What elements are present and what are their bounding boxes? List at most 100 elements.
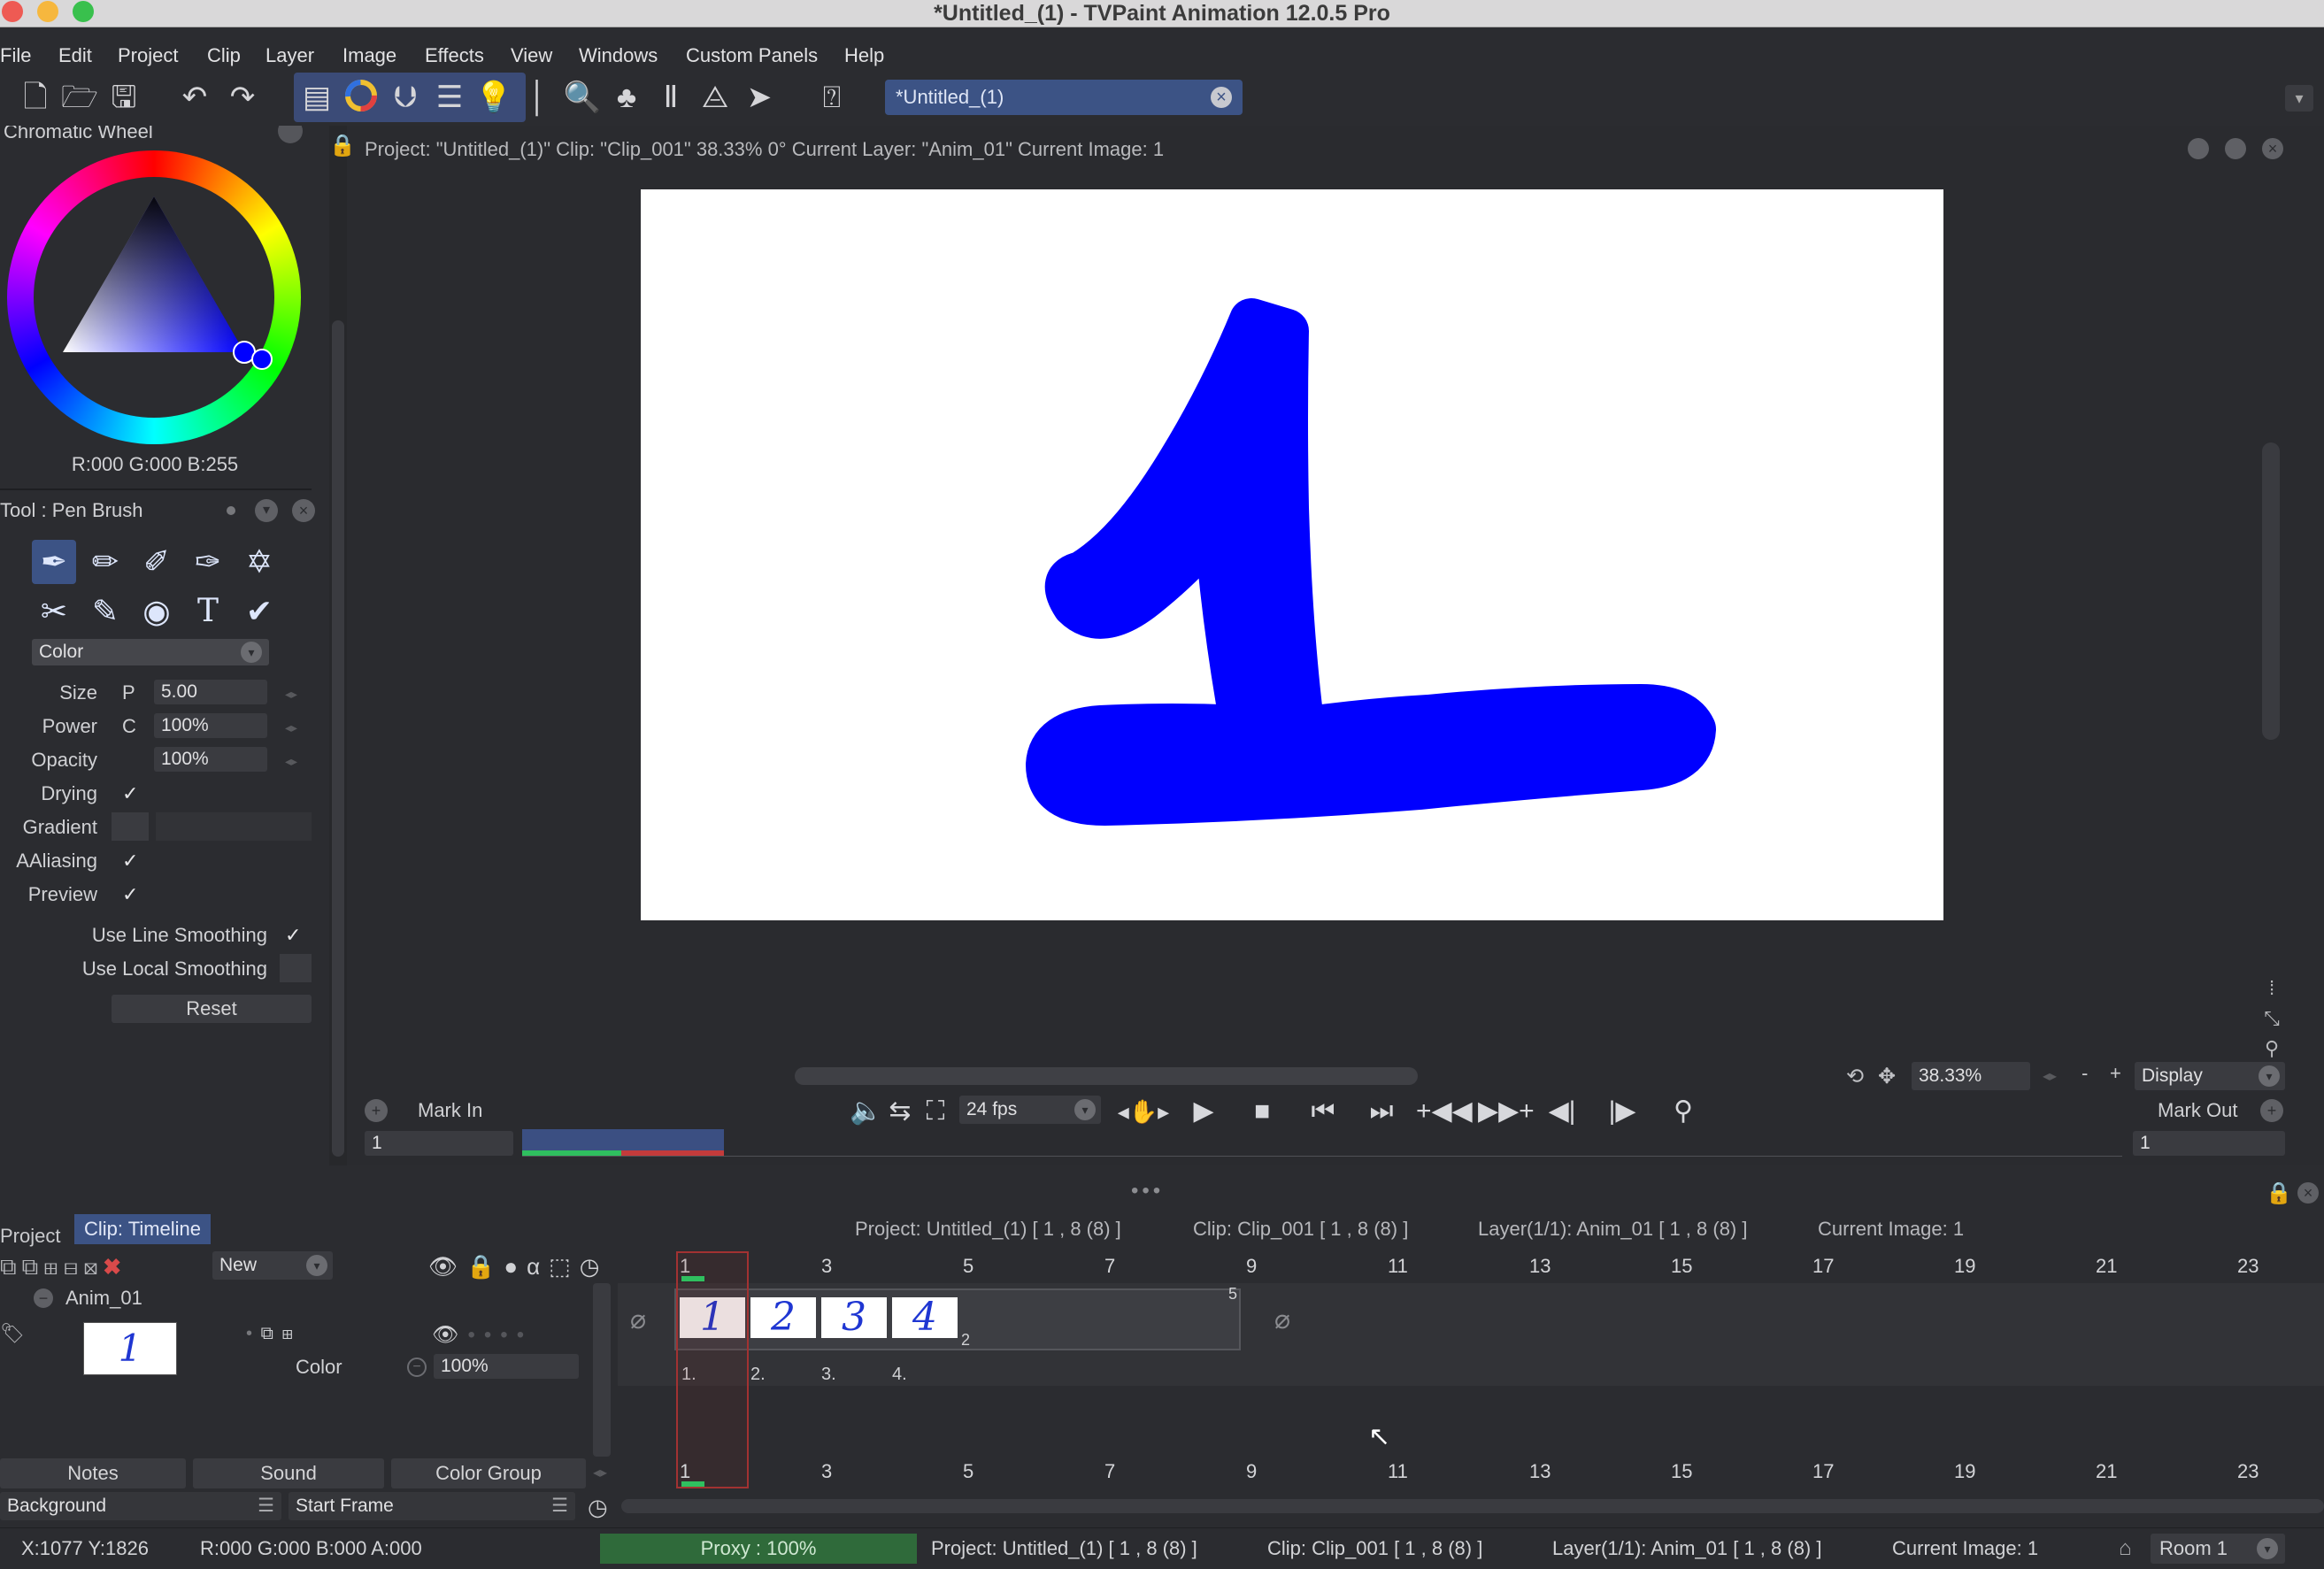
brush-mode-select[interactable]: Color ▾ [32, 639, 269, 665]
tool-panel-collapse-icon[interactable]: ▾ [255, 499, 278, 522]
panel-splitter-handle[interactable]: ••• [1131, 1179, 1164, 1204]
alpha-column-icon[interactable]: α [527, 1253, 549, 1280]
document-tab[interactable]: *Untitled_(1) × [885, 80, 1243, 115]
view-minimize-icon[interactable] [2225, 138, 2246, 159]
layer-opacity-field[interactable]: 100% [434, 1354, 579, 1379]
playhead-frame[interactable] [676, 1251, 749, 1488]
layers-icon[interactable]: ⮋ [386, 78, 425, 117]
text-tool-icon[interactable]: T [186, 589, 230, 634]
color-wheel-icon[interactable] [342, 78, 381, 117]
timeline-ruler-bottom[interactable]: 1 3 5 7 9 11 13 15 17 19 21 23 [680, 1460, 2319, 1487]
chromatic-wheel[interactable] [7, 150, 301, 444]
scrub-hand-icon[interactable]: ◂✋▸ [1117, 1096, 1170, 1127]
help-icon[interactable]: ⍰ [812, 78, 851, 117]
timeline-ruler-top[interactable]: 1 3 5 7 9 11 13 15 17 19 21 23 [680, 1255, 2319, 1281]
tool-panel-close-icon[interactable]: × [292, 499, 315, 522]
rewind-icon[interactable]: +◀◀ [1416, 1096, 1473, 1127]
size-pressure-flag[interactable]: P [122, 681, 135, 704]
timeline-lock-icon[interactable]: 🔒 [2266, 1181, 2292, 1206]
ruler-icon[interactable]: │ [519, 78, 558, 117]
panel-menu-icon[interactable] [278, 126, 303, 143]
save-icon[interactable]: 🖫 [104, 78, 143, 117]
loop-icon[interactable]: ⇆ [885, 1096, 915, 1127]
fit-1-1-icon[interactable]: ⁞ [2260, 973, 2283, 1004]
pre-behavior-icon[interactable]: ⌀ [630, 1304, 646, 1335]
undo-icon[interactable]: ↶ [175, 78, 214, 117]
opacity-stepper-icon[interactable]: ◂▸ [285, 754, 297, 769]
menu-image[interactable]: Image [342, 41, 396, 71]
frame-cell[interactable]: 2 [750, 1297, 816, 1338]
layer-list-scrollbar[interactable] [593, 1283, 611, 1457]
marker-icon[interactable]: ✑ [186, 540, 230, 584]
layer-folder-icon[interactable]: ⊟ [64, 1253, 84, 1280]
zoom-in-button[interactable]: + [2110, 1062, 2121, 1085]
menu-help[interactable]: Help [844, 41, 884, 71]
layer-tag-icon[interactable]: 🏷 [0, 1322, 25, 1345]
stop-icon[interactable]: ■ [1244, 1096, 1280, 1127]
merge-layer-icon[interactable]: ⊞ [43, 1253, 64, 1280]
redo-icon[interactable]: ↷ [223, 78, 262, 117]
special-brush-icon[interactable]: ✔ [237, 589, 281, 634]
menu-file[interactable]: File [0, 41, 31, 71]
layer-name[interactable]: Anim_01 [65, 1287, 142, 1310]
canvas-horizontal-scrollbar[interactable] [795, 1067, 1418, 1085]
sound-tab[interactable]: Sound [193, 1458, 384, 1488]
post-behavior-icon[interactable]: ⌀ [1274, 1304, 1290, 1335]
line-smoothing-checkbox[interactable]: ✓ [285, 924, 301, 947]
light-column-icon[interactable]: ● [504, 1253, 527, 1280]
zoom-stepper-icon[interactable]: ◂▸ [2043, 1067, 2057, 1085]
start-frame-field[interactable]: Start Frame ☰ [289, 1492, 575, 1520]
menu-layer[interactable]: Layer [265, 41, 314, 71]
menu-windows[interactable]: Windows [579, 41, 658, 71]
power-curve-flag[interactable]: C [122, 715, 136, 738]
plane-icon[interactable]: ➤ [740, 78, 779, 117]
display-select[interactable]: Display ▾ [2135, 1062, 2285, 1090]
collapse-layer-icon[interactable]: − [34, 1288, 53, 1308]
lock-icon[interactable]: 🔒 [329, 133, 356, 158]
pin-icon[interactable]: ⚲ [2260, 1034, 2283, 1064]
timeline-horizontal-scrollbar[interactable] [621, 1499, 2324, 1513]
power-field[interactable]: 100% [154, 713, 267, 738]
frame-cell[interactable]: 3 [821, 1297, 887, 1338]
mark-out-field[interactable]: 1 [2133, 1131, 2285, 1156]
menu-clip[interactable]: Clip [207, 41, 241, 71]
reset-button[interactable]: Reset [112, 995, 312, 1023]
left-panel-scrollbar[interactable] [329, 126, 347, 1165]
drawing-canvas[interactable] [641, 189, 1943, 920]
magnifier-icon[interactable]: 🔍 [563, 78, 602, 117]
layer-visibility-icon[interactable]: 👁 [432, 1323, 467, 1347]
menu-effects[interactable]: Effects [425, 41, 484, 71]
library-icon[interactable]: Ⅱ [651, 78, 690, 117]
power-stepper-icon[interactable]: ◂▸ [285, 720, 297, 735]
layer-add-frame-icon[interactable]: ⊞ [281, 1324, 295, 1343]
layer-selection-dot[interactable]: • [517, 1323, 533, 1347]
rotate-view-icon[interactable]: ⟲ [1846, 1064, 1864, 1089]
menu-project[interactable]: Project [118, 41, 178, 71]
airbrush-icon[interactable]: ✐ [135, 540, 179, 584]
layer-alpha-dot[interactable]: • [500, 1323, 516, 1347]
mark-out-add-icon[interactable]: + [2260, 1099, 2283, 1122]
frame-cell[interactable]: 4 [892, 1297, 958, 1338]
mark-in-add-icon[interactable]: + [365, 1099, 388, 1122]
toolbox-icon[interactable]: ▤ [297, 78, 336, 117]
toolbar-dropdown-icon[interactable]: ▾ [2285, 85, 2313, 112]
tab-project[interactable]: Project [0, 1221, 71, 1251]
pencil-icon[interactable]: ✏ [83, 540, 127, 584]
size-stepper-icon[interactable]: ◂▸ [285, 687, 297, 702]
layer-blend-mode[interactable]: Color [296, 1356, 342, 1379]
close-icon[interactable]: × [1211, 87, 1232, 108]
saturation-triangle[interactable] [7, 150, 301, 444]
background-field[interactable]: Background ☰ [0, 1492, 281, 1520]
water-drop-icon[interactable]: ◉ [135, 589, 179, 634]
color-group-tab[interactable]: Color Group [391, 1458, 586, 1488]
new-layer-icon[interactable]: ⧉ [0, 1253, 22, 1280]
layer-thumbnail[interactable]: 1 [83, 1322, 177, 1375]
pen-brush-icon[interactable]: ✒ [32, 540, 76, 584]
menu-edit[interactable]: Edit [58, 41, 92, 71]
layer-light-dot[interactable]: • [484, 1323, 500, 1347]
visibility-column-icon[interactable]: 👁 [428, 1253, 466, 1280]
frame-fit-icon[interactable]: ⛶ [920, 1096, 950, 1127]
selection-column-icon[interactable]: ⬚ [549, 1253, 580, 1280]
first-frame-icon[interactable]: ⏮ [1301, 1096, 1345, 1127]
preview-checkbox[interactable]: ✓ [122, 883, 138, 906]
